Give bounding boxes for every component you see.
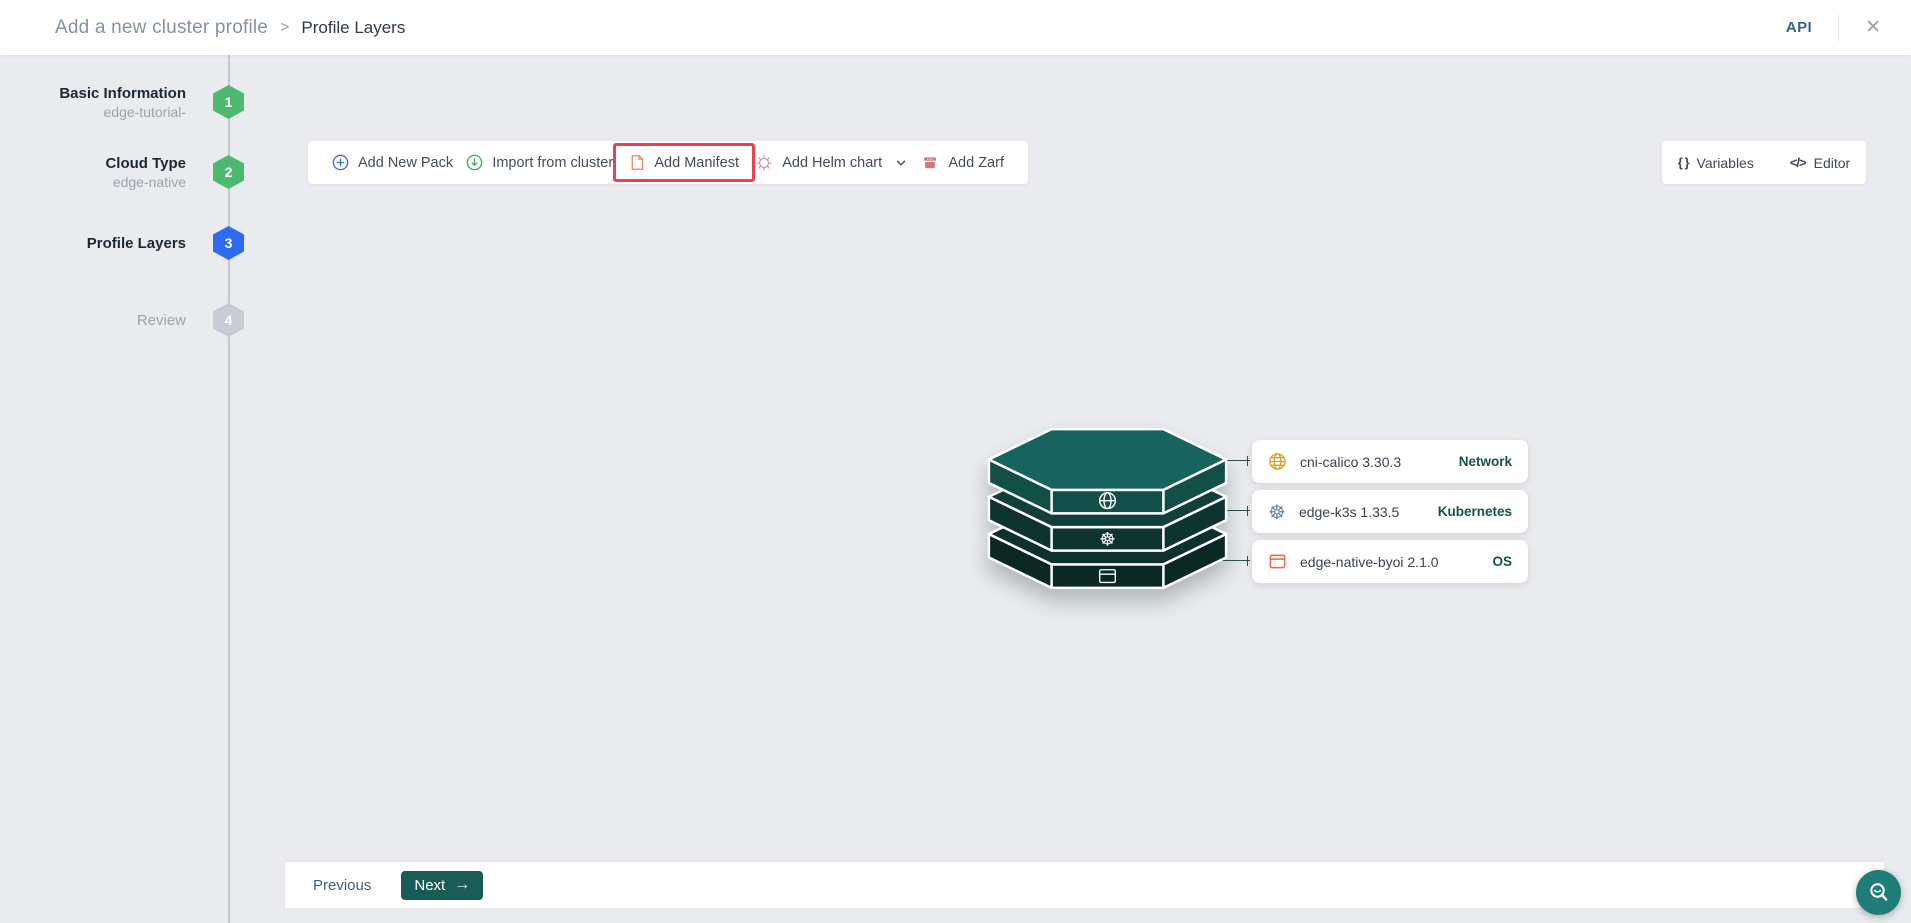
step-sublabel: edge-tutorial- (103, 104, 187, 120)
helm-wheel-icon (756, 154, 772, 171)
button-label: Add New Pack (358, 154, 454, 171)
code-icon: </> (1789, 155, 1807, 170)
next-label: Next (414, 876, 446, 894)
import-from-cluster-button[interactable]: Import from cluster (466, 154, 613, 171)
arrow-right-icon: → (454, 876, 471, 893)
plus-circle-icon (332, 154, 349, 171)
step-label: Cloud Type (105, 155, 186, 172)
previous-button[interactable]: Previous (313, 877, 371, 894)
pack-type-badge: Kubernetes (1437, 504, 1512, 519)
layers-toolbar: Add New Pack Import from cluster Add Man… (308, 141, 1028, 184)
add-manifest-button[interactable]: Add Manifest (629, 154, 739, 171)
profile-side-tools: { } Variables </> Editor (1662, 141, 1866, 184)
braces-icon: { } (1677, 155, 1690, 170)
profile-layer-stack[interactable]: ☸ (985, 427, 1230, 590)
add-new-pack-button[interactable]: Add New Pack (332, 154, 453, 171)
pack-name: edge-k3s 1.33.5 (1298, 503, 1400, 520)
download-circle-icon (466, 154, 483, 171)
manifest-file-icon (632, 155, 644, 170)
wizard-footer: Previous Next → (285, 862, 1884, 908)
step-text: Cloud Type edge-native (0, 154, 186, 191)
button-label: Add Zarf (948, 154, 1004, 171)
variables-button[interactable]: { } Variables (1678, 155, 1754, 171)
pack-name: cni-calico 3.30.3 (1300, 453, 1402, 470)
pack-type-badge: Network (1458, 454, 1512, 469)
step-number-badge: 1 (213, 85, 244, 119)
step-sublabel: edge-native (112, 174, 186, 190)
step-number-badge: 4 (213, 303, 244, 337)
editor-button[interactable]: </> Editor (1790, 155, 1850, 171)
button-label: Add Manifest (654, 154, 740, 171)
close-icon[interactable]: ✕ (1865, 18, 1881, 37)
step-label: Profile Layers (86, 235, 186, 252)
step-number-badge: 3 (213, 226, 244, 260)
chevron-down-icon (896, 160, 906, 165)
os-window-icon (1269, 554, 1286, 569)
add-cluster-profile-page: Add a new cluster profile > Profile Laye… (0, 0, 1911, 923)
stack-layer-network (987, 427, 1228, 515)
pack-card-os[interactable]: edge-native-byoi 2.1.0 OS (1252, 540, 1528, 583)
pack-card-kubernetes[interactable]: ☸ edge-k3s 1.33.5 Kubernetes (1252, 490, 1528, 533)
add-zarf-button[interactable]: Add Zarf (921, 154, 1004, 171)
next-button[interactable]: Next → (401, 870, 484, 900)
header-divider (1838, 14, 1840, 41)
pack-card-network[interactable]: cni-calico 3.30.3 Network (1252, 440, 1528, 483)
breadcrumb-parent[interactable]: Add a new cluster profile (55, 17, 268, 39)
api-button[interactable]: API (1786, 19, 1812, 36)
header-actions: API ✕ (1786, 14, 1881, 41)
step-text: Profile Layers (0, 234, 186, 253)
step-label: Basic Information (59, 85, 186, 102)
pack-name: edge-native-byoi 2.1.0 (1300, 553, 1439, 570)
kubernetes-wheel-icon: ☸ (1268, 499, 1286, 524)
step-text: Review (0, 311, 186, 330)
step-number-badge: 2 (213, 155, 244, 189)
kubernetes-wheel-icon: ☸ (1099, 530, 1116, 551)
globe-icon (1269, 453, 1286, 470)
tutorial-highlight-box: Add Manifest (613, 143, 756, 182)
button-label: Variables (1696, 154, 1754, 171)
step-label: Review (136, 312, 186, 329)
button-label: Add Helm chart (782, 154, 883, 171)
step-text: Basic Information edge-tutorial- (0, 84, 186, 121)
add-helm-chart-button[interactable]: Add Helm chart (755, 154, 908, 172)
breadcrumb-current: Profile Layers (301, 17, 406, 37)
page-header: Add a new cluster profile > Profile Laye… (0, 0, 1911, 55)
breadcrumb-separator: > (280, 18, 290, 36)
button-label: Editor (1813, 154, 1851, 171)
magnifier-icon (1869, 882, 1887, 901)
zarf-icon (924, 157, 937, 169)
help-search-button[interactable] (1856, 870, 1901, 915)
pack-type-badge: OS (1492, 554, 1512, 569)
button-label: Import from cluster (492, 154, 614, 171)
